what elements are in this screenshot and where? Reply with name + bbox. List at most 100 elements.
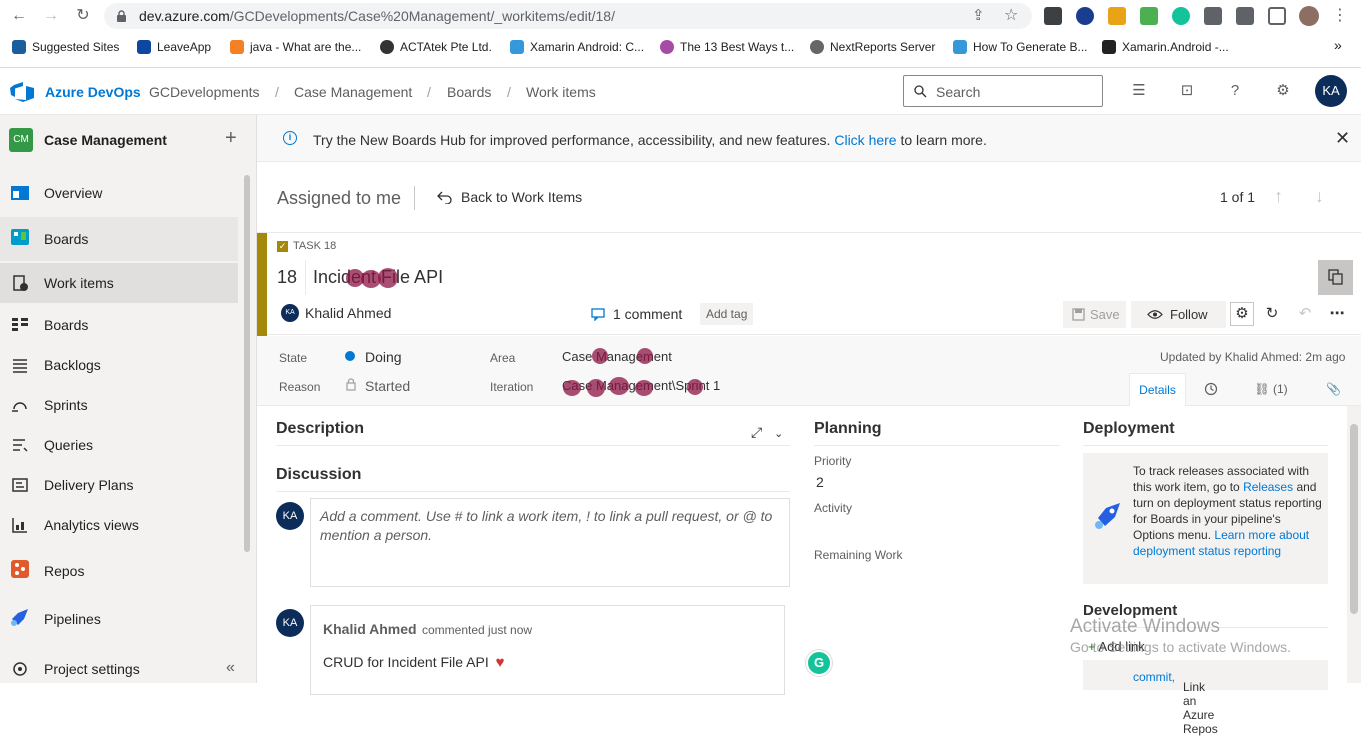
collapse-sidebar-icon[interactable]: « xyxy=(226,659,235,677)
expand-icon[interactable]: ⤢ xyxy=(751,424,762,440)
releases-link[interactable]: Releases xyxy=(1243,480,1293,494)
close-icon[interactable]: ✕ xyxy=(1335,128,1350,149)
sidebar-item-boards-hub[interactable]: Boards xyxy=(0,217,238,261)
bookmark[interactable]: Xamarin Android: C... xyxy=(510,40,644,54)
address-bar[interactable]: dev.azure.com/GCDevelopments/Case%20Mana… xyxy=(104,3,1032,29)
sidebar-icon[interactable] xyxy=(1268,7,1286,25)
extension-green-icon[interactable] xyxy=(1140,7,1158,25)
eye-icon xyxy=(1147,310,1163,319)
bookmark[interactable]: How To Generate B... xyxy=(953,40,1088,54)
previous-arrow-icon[interactable]: ↑ xyxy=(1274,186,1283,207)
extension-screen-icon[interactable] xyxy=(1044,7,1062,25)
sidebar-item-queries[interactable]: Queries xyxy=(0,425,238,465)
back-arrow-icon[interactable]: ← xyxy=(9,6,29,26)
tab-history[interactable] xyxy=(1186,373,1236,406)
project-name[interactable]: Case Management xyxy=(44,132,167,148)
sidebar-item-backlogs[interactable]: Backlogs xyxy=(0,345,238,385)
save-button[interactable]: Save xyxy=(1063,301,1126,328)
sidebar-item-overview[interactable]: Overview xyxy=(0,173,238,213)
share-icon[interactable]: ⇪ xyxy=(972,6,985,24)
copy-link-button[interactable] xyxy=(1318,260,1353,295)
extension-folder-icon[interactable] xyxy=(1108,7,1126,25)
sidebar-item-label: Backlogs xyxy=(44,357,101,373)
description-tools: ⤢ ⌄ xyxy=(751,424,783,441)
assigned-to-field[interactable]: KA Khalid Ahmed xyxy=(281,304,391,322)
grammarly-icon[interactable]: G xyxy=(806,650,832,676)
user-settings-icon[interactable]: ⚙ xyxy=(1274,82,1292,100)
work-item-type-label: ✓ TASK 18 xyxy=(277,240,336,252)
state-dropdown[interactable]: Doing xyxy=(365,349,402,365)
description-header[interactable]: Description xyxy=(276,420,364,438)
profile-avatar[interactable] xyxy=(1299,6,1319,26)
add-icon[interactable]: + xyxy=(225,127,237,150)
work-item-type-color-bar xyxy=(257,233,267,336)
next-arrow-icon[interactable]: ↓ xyxy=(1315,186,1324,207)
sidebar-item-analytics-views[interactable]: Analytics views xyxy=(0,505,238,545)
remaining-work-field[interactable] xyxy=(814,565,1060,589)
chevron-down-icon[interactable]: ⌄ xyxy=(774,428,783,440)
sidebar-item-sprints[interactable]: Sprints xyxy=(0,385,238,425)
more-bookmarks-button[interactable]: » xyxy=(1334,37,1342,53)
sidebar-scrollbar[interactable] xyxy=(244,175,250,552)
follow-button[interactable]: Follow xyxy=(1131,301,1226,328)
grammarly-extension-icon[interactable] xyxy=(1172,7,1190,25)
bookmark-label: How To Generate B... xyxy=(973,40,1088,54)
reload-icon[interactable]: ↻ xyxy=(73,6,93,26)
marketplace-bag-icon[interactable]: ⊡ xyxy=(1178,82,1196,100)
puzzle-icon[interactable] xyxy=(1204,7,1222,25)
sidebar-item-delivery-plans[interactable]: Delivery Plans xyxy=(0,465,238,505)
work-item-title-field[interactable]: Incident File API xyxy=(305,260,1317,295)
bookmark[interactable]: ACTAtek Pte Ltd. xyxy=(380,40,492,54)
banner-text: to learn more. xyxy=(900,132,987,148)
menu-dots-icon[interactable]: ⋮ xyxy=(1330,6,1350,26)
sidebar-item-boards[interactable]: Boards xyxy=(0,305,238,345)
area-dropdown[interactable]: Case Management xyxy=(562,349,672,364)
forward-arrow-icon[interactable]: → xyxy=(41,6,61,26)
search-input[interactable]: Search xyxy=(903,75,1103,107)
comments-link[interactable]: 1 comment xyxy=(591,306,682,322)
media-icon[interactable] xyxy=(1236,7,1254,25)
revert-icon[interactable]: ↶ xyxy=(1296,305,1314,323)
breadcrumb-work-items[interactable]: Work items xyxy=(526,84,596,100)
bookmark[interactable]: The 13 Best Ways t... xyxy=(660,40,794,54)
banner-link[interactable]: Click here xyxy=(834,132,896,148)
tab-details[interactable]: Details xyxy=(1129,373,1186,406)
body-scrollbar[interactable] xyxy=(1347,406,1361,683)
azure-devops-logo-icon[interactable] xyxy=(10,82,34,102)
copy-icon xyxy=(1328,269,1343,285)
tab-links[interactable]: ⛓ (1) xyxy=(1236,373,1306,406)
more-actions-icon[interactable]: ⋯ xyxy=(1328,305,1346,323)
sidebar-item-pipelines[interactable]: Pipelines xyxy=(0,597,238,641)
extension-check-icon[interactable] xyxy=(1076,7,1094,25)
add-tag-button[interactable]: Add tag xyxy=(700,303,754,325)
breadcrumb-project[interactable]: Case Management xyxy=(294,84,412,100)
scrollbar-thumb[interactable] xyxy=(1350,424,1358,614)
star-icon[interactable]: ☆ xyxy=(1004,5,1018,25)
comment-input[interactable]: Add a comment. Use # to link a work item… xyxy=(310,498,832,676)
back-to-work-items-button[interactable]: Back to Work Items xyxy=(437,189,582,205)
activity-field[interactable] xyxy=(814,518,1060,542)
priority-field[interactable]: 2 xyxy=(816,474,824,490)
breadcrumb-org[interactable]: GCDevelopments xyxy=(149,84,260,100)
bookmark[interactable]: java - What are the... xyxy=(230,40,361,54)
breadcrumb-boards[interactable]: Boards xyxy=(447,84,491,100)
bookmark[interactable]: LeaveApp xyxy=(137,40,211,54)
remaining-work-label: Remaining Work xyxy=(814,548,903,562)
user-avatar[interactable]: KA xyxy=(1315,75,1347,107)
help-icon[interactable]: ? xyxy=(1226,82,1244,100)
sidebar-item-work-items[interactable]: Work items xyxy=(0,263,238,303)
sidebar-item-project-settings[interactable]: Project settings xyxy=(0,649,238,689)
bookmark[interactable]: Suggested Sites xyxy=(12,40,119,54)
bookmark[interactable]: NextReports Server xyxy=(810,40,935,54)
tab-attachments[interactable]: 📎 xyxy=(1306,373,1361,406)
settings-gear-icon[interactable]: ⚙ xyxy=(1230,302,1254,326)
refresh-icon[interactable]: ↻ xyxy=(1263,305,1281,323)
bookmark-icon xyxy=(810,40,824,54)
product-name[interactable]: Azure DevOps xyxy=(45,84,141,100)
search-icon xyxy=(914,85,927,98)
comment-count: 1 comment xyxy=(613,306,683,322)
task-list-icon[interactable]: ☰ xyxy=(1130,82,1148,100)
bookmark[interactable]: Xamarin.Android -... xyxy=(1102,40,1229,54)
sidebar-item-repos[interactable]: Repos xyxy=(0,549,238,593)
commit-link[interactable]: commit, xyxy=(1133,670,1175,684)
